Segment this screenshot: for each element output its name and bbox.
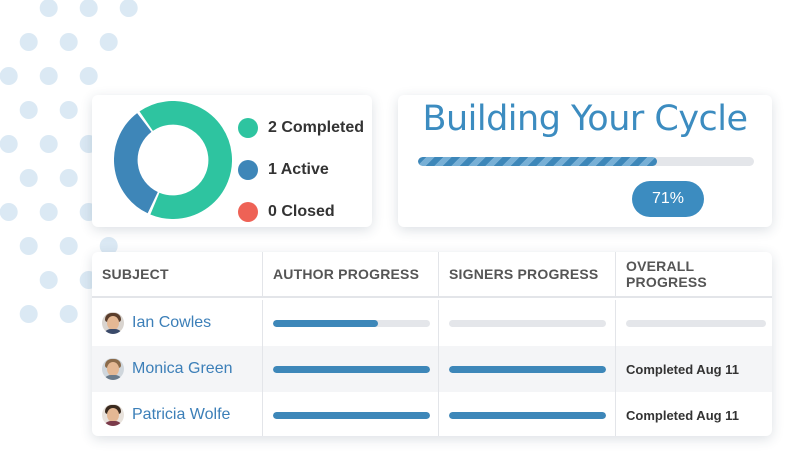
background-dot — [19, 237, 38, 255]
background-dot — [59, 33, 78, 51]
signers-progress-cell — [439, 300, 616, 346]
subject-name-link[interactable]: Patricia Wolfe — [132, 406, 230, 424]
background-dot — [59, 305, 78, 323]
header-subject[interactable]: SUBJECT — [92, 252, 263, 296]
header-label: SIGNERS PROGRESS — [449, 266, 599, 282]
subject-name-link[interactable]: Ian Cowles — [132, 314, 211, 332]
background-dot — [19, 33, 38, 51]
background-dot — [119, 0, 138, 17]
header-label: AUTHOR PROGRESS — [273, 266, 420, 282]
closed-dot-icon — [238, 202, 258, 222]
background-dot — [0, 135, 18, 153]
table-row[interactable]: Monica Green Completed Aug 11 — [92, 346, 772, 392]
table-row[interactable]: Patricia Wolfe Completed Aug 11 — [92, 392, 772, 436]
legend-label: 2 Completed — [268, 119, 365, 136]
header-label: SUBJECT — [102, 266, 169, 282]
subject-cell: Patricia Wolfe — [92, 392, 263, 436]
background-dot — [79, 67, 98, 85]
subject-cell: Monica Green — [92, 346, 263, 392]
author-progress-fill — [273, 411, 430, 419]
overall-status-text: Completed Aug 11 — [626, 361, 739, 377]
background-dot — [59, 237, 78, 255]
overall-progress-cell — [616, 300, 772, 346]
status-summary-card: 2 Completed 1 Active 0 Closed — [92, 95, 372, 227]
legend-item-completed: 2 Completed — [238, 107, 364, 149]
background-dot — [39, 203, 58, 221]
cycle-title: Building Your Cycle — [422, 99, 748, 139]
background-dot — [39, 67, 58, 85]
subject-cell: Ian Cowles — [92, 300, 263, 346]
donut-segment-1 — [114, 113, 159, 214]
cycle-progress-bar — [418, 157, 754, 166]
table-header-row: SUBJECT AUTHOR PROGRESS SIGNERS PROGRESS… — [92, 252, 772, 298]
background-dot — [39, 271, 58, 289]
avatar — [102, 404, 124, 426]
donut-segment-0 — [139, 101, 232, 219]
table-row[interactable]: Ian Cowles — [92, 300, 772, 346]
legend-item-active: 1 Active — [238, 149, 364, 191]
header-label: OVERALL PROGRESS — [626, 258, 707, 290]
background-dot — [19, 101, 38, 119]
author-progress-cell — [263, 346, 439, 392]
author-progress-bar — [273, 411, 430, 419]
signers-progress-cell — [439, 346, 616, 392]
overall-progress-bar — [626, 319, 766, 327]
background-dot — [59, 169, 78, 187]
author-progress-bar — [273, 319, 430, 327]
cycle-progress-fill — [418, 157, 657, 166]
background-dot — [39, 0, 58, 17]
signers-progress-bar — [449, 319, 606, 327]
cycle-progress-card: Building Your Cycle 71% — [398, 95, 772, 227]
overall-status-text: Completed Aug 11 — [626, 407, 739, 423]
signers-progress-cell — [439, 392, 616, 436]
author-progress-cell — [263, 392, 439, 436]
active-dot-icon — [238, 160, 258, 180]
completed-dot-icon — [238, 118, 258, 138]
avatar — [102, 312, 124, 334]
signers-progress-fill — [449, 411, 606, 419]
background-dot — [19, 169, 38, 187]
overall-progress-cell: Completed Aug 11 — [616, 346, 772, 392]
author-progress-fill — [273, 319, 379, 327]
background-dot — [0, 203, 18, 221]
overall-progress-cell: Completed Aug 11 — [616, 392, 772, 436]
author-progress-cell — [263, 300, 439, 346]
avatar — [102, 358, 124, 380]
legend-label: 1 Active — [268, 161, 329, 178]
legend-label: 0 Closed — [268, 203, 335, 220]
background-dot — [99, 33, 118, 51]
legend-item-closed: 0 Closed — [238, 191, 364, 233]
status-legend: 2 Completed 1 Active 0 Closed — [238, 107, 364, 233]
header-signers-progress[interactable]: SIGNERS PROGRESS — [439, 252, 616, 296]
author-progress-fill — [273, 365, 430, 373]
progress-table: SUBJECT AUTHOR PROGRESS SIGNERS PROGRESS… — [92, 252, 772, 436]
subject-name-link[interactable]: Monica Green — [132, 360, 233, 378]
author-progress-bar — [273, 365, 430, 373]
progress-percent-badge: 71% — [632, 181, 704, 217]
signers-progress-fill — [449, 365, 606, 373]
signers-progress-bar — [449, 411, 606, 419]
status-donut-chart — [114, 101, 232, 219]
background-dot — [0, 67, 18, 85]
background-dot — [79, 0, 98, 17]
header-author-progress[interactable]: AUTHOR PROGRESS — [263, 252, 439, 296]
background-dot — [59, 101, 78, 119]
background-dot — [19, 305, 38, 323]
background-dot — [39, 135, 58, 153]
signers-progress-bar — [449, 365, 606, 373]
header-overall-progress[interactable]: OVERALL PROGRESS — [616, 252, 772, 296]
